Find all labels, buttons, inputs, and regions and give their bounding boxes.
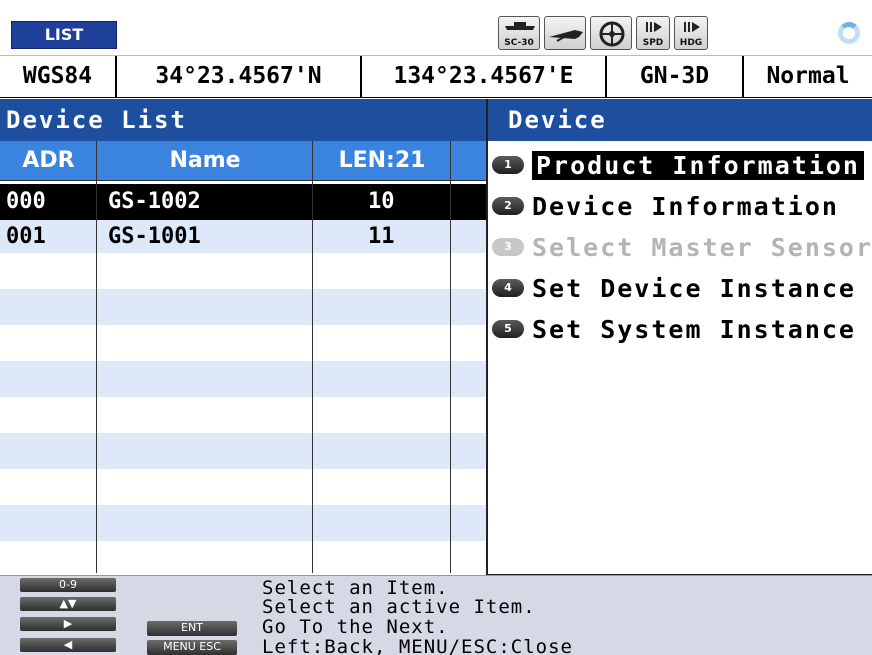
speed-caption: SPD [642, 38, 664, 48]
sc30-icon: SC-30 [498, 16, 540, 50]
menu-number-badge: 3 [492, 238, 524, 256]
heading-caption: HDG [679, 38, 703, 48]
latitude-field: 34°23.4567'N [117, 56, 362, 97]
help-text-line: Select an active Item. [262, 596, 536, 618]
position-row: WGS84 34°23.4567'N 134°23.4567'E GN-3D N… [0, 56, 872, 98]
table-row[interactable]: 001 GS-1001 11 [0, 221, 486, 253]
mode-badge[interactable]: LIST [11, 21, 117, 49]
row-adr: 000 [6, 189, 46, 214]
ent-key: ENT [147, 621, 237, 636]
status-icons: SC-30 SPD HDG [498, 16, 708, 50]
vessel-icon [544, 16, 586, 50]
speed-icon: SPD [636, 16, 670, 50]
column-header-len: LEN:21 [313, 141, 451, 181]
row-adr: 001 [6, 224, 46, 249]
right-arrow-key: ▶ [20, 617, 116, 631]
table-row[interactable]: 000 GS-1002 10 [0, 184, 486, 220]
menu-item-set-device-instance[interactable]: 4 Set Device Instance [488, 269, 872, 307]
heading-icon: HDG [674, 16, 708, 50]
menu-number-badge: 1 [492, 156, 524, 174]
row-len: 11 [368, 224, 395, 249]
sc30-caption: SC-30 [504, 38, 534, 48]
menu-item-label: Select Master Sensor [532, 232, 872, 262]
device-menu-panel: Device 1 Product Information 2 Device In… [486, 99, 872, 575]
help-bar: 0-9 ▲▼ ▶ ◀ ENT MENU ESC Select an Item. … [0, 575, 872, 655]
menu-esc-key: MENU ESC [147, 640, 237, 655]
status-bar: LIST SC-30 SPD HDG [0, 0, 872, 56]
help-text-line: Left:Back, MENU/ESC:Close [262, 636, 573, 655]
device-list-title: Device List [0, 99, 486, 141]
table-stripe [0, 433, 486, 469]
menu-number-badge: 4 [492, 279, 524, 297]
menu-number-badge: 5 [492, 320, 524, 338]
menu-item-label: Set Device Instance [532, 273, 856, 303]
left-arrow-key: ◀ [20, 638, 116, 652]
table-stripe [0, 361, 486, 397]
column-divider [450, 141, 451, 573]
loading-spinner-icon [838, 22, 860, 44]
row-len: 10 [368, 189, 395, 214]
table-stripe [0, 289, 486, 325]
row-name: GS-1002 [108, 189, 201, 214]
row-name: GS-1001 [108, 224, 201, 249]
device-menu-title: Device [488, 99, 872, 141]
column-header-name: Name [97, 141, 313, 181]
fix-mode-field: GN-3D [607, 56, 744, 97]
menu-number-badge: 2 [492, 197, 524, 215]
column-header-blank [451, 141, 486, 181]
status-field: Normal [766, 63, 850, 89]
menu-item-label: Product Information [532, 150, 864, 180]
digits-key: 0-9 [20, 578, 116, 592]
menu-item-device-information[interactable]: 2 Device Information [488, 187, 872, 225]
menu-item-set-system-instance[interactable]: 5 Set System Instance [488, 310, 872, 348]
column-divider [96, 141, 97, 573]
menu-item-select-master-sensor: 3 Select Master Sensor [488, 228, 872, 266]
device-list-table: 000 GS-1002 10 001 GS-1001 11 ADR Name L… [0, 141, 486, 573]
column-header-adr: ADR [0, 141, 97, 181]
menu-item-product-information[interactable]: 1 Product Information [488, 146, 872, 184]
longitude-field: 134°23.4567'E [362, 56, 607, 97]
help-text-line: Go To the Next. [262, 616, 449, 638]
up-down-key: ▲▼ [20, 597, 116, 611]
menu-item-label: Device Information [532, 191, 839, 221]
datum-field: WGS84 [0, 56, 117, 97]
column-divider [312, 141, 313, 573]
table-stripe [0, 505, 486, 541]
steering-wheel-icon [590, 16, 632, 50]
menu-item-label: Set System Instance [532, 314, 856, 344]
help-text-line: Select an Item. [262, 577, 449, 599]
